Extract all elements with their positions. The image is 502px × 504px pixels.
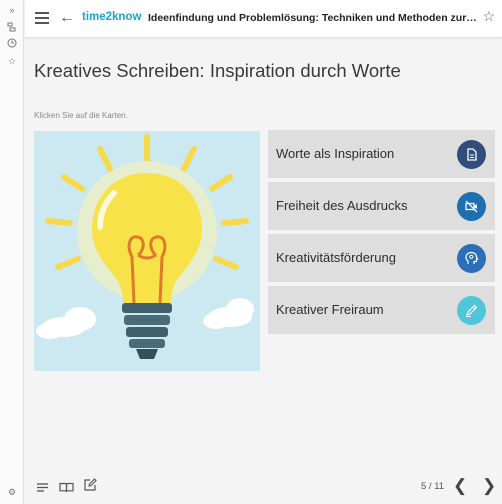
- star-outline-icon[interactable]: ☆: [6, 55, 18, 67]
- book-icon[interactable]: [59, 480, 74, 498]
- back-arrow-icon[interactable]: ←: [59, 8, 75, 28]
- document-icon: [457, 140, 486, 169]
- pen-icon: [457, 296, 486, 325]
- card-worte-als-inspiration[interactable]: Worte als Inspiration: [268, 130, 495, 178]
- list-icon[interactable]: [36, 480, 49, 498]
- clock-icon[interactable]: [6, 38, 18, 50]
- card-list: Worte als Inspiration Freiheit des Ausdr…: [268, 130, 495, 338]
- top-bar: ← time2know Ideenfindung und Problemlösu…: [25, 0, 502, 38]
- card-kreativer-freiraum[interactable]: Kreativer Freiraum: [268, 286, 495, 334]
- previous-page-chevron-icon[interactable]: ❮: [453, 477, 467, 495]
- settings-icon[interactable]: ⚙: [6, 486, 18, 498]
- card-kreativitaetsfoerderung[interactable]: Kreativitätsförderung: [268, 234, 495, 282]
- card-label: Freiheit des Ausdrucks: [276, 198, 408, 213]
- collapse-icon[interactable]: »: [6, 4, 18, 16]
- course-title: Ideenfindung und Problemlösung: Technike…: [148, 12, 478, 24]
- card-label: Kreativitätsförderung: [276, 250, 396, 265]
- card-label: Kreativer Freiraum: [276, 302, 384, 317]
- page-title: Kreatives Schreiben: Inspiration durch W…: [34, 60, 401, 81]
- favorite-star-icon[interactable]: ☆: [482, 8, 495, 25]
- footer-bar: 5 / 11 ❮ ❯: [25, 468, 502, 504]
- structure-icon[interactable]: [6, 22, 18, 34]
- lightbulb-image: [34, 131, 260, 371]
- video-off-icon: [457, 192, 486, 221]
- brand-link[interactable]: time2know: [82, 11, 141, 23]
- instruction-text: Klicken Sie auf die Karten.: [34, 111, 128, 120]
- left-rail: » ☆ ⚙: [0, 0, 24, 504]
- menu-icon[interactable]: [35, 12, 49, 24]
- card-label: Worte als Inspiration: [276, 146, 395, 161]
- next-page-chevron-icon[interactable]: ❯: [482, 477, 496, 495]
- edit-note-icon[interactable]: [84, 478, 97, 496]
- head-idea-icon: [457, 244, 486, 273]
- card-freiheit-des-ausdrucks[interactable]: Freiheit des Ausdrucks: [268, 182, 495, 230]
- page-counter: 5 / 11: [421, 481, 445, 492]
